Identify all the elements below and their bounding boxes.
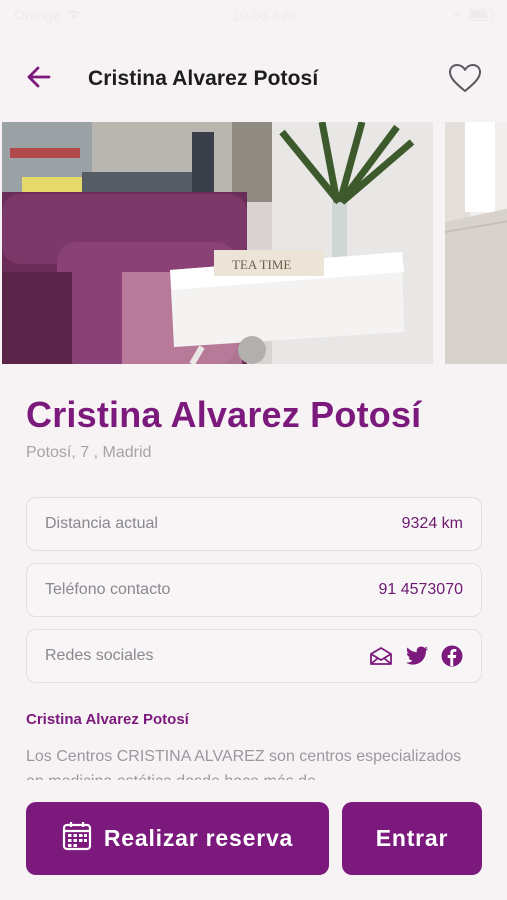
distance-value: 9324 km bbox=[401, 515, 463, 532]
phone-value[interactable]: 91 4573070 bbox=[378, 581, 463, 599]
distance-card: Distancia actual 9324 km bbox=[26, 497, 482, 551]
enter-button[interactable]: Entrar bbox=[342, 802, 482, 875]
description-title: Cristina Alvarez Potosí bbox=[26, 711, 189, 728]
enter-label: Entrar bbox=[375, 825, 449, 851]
calendar-icon bbox=[62, 821, 92, 857]
status-bar: Orange 10:08 a.m. bbox=[0, 0, 507, 30]
photo-gallery[interactable]: TEA TIME bbox=[0, 122, 507, 364]
reserve-label: Realizar reserva bbox=[103, 825, 294, 851]
facebook-icon[interactable] bbox=[441, 645, 463, 667]
social-icons bbox=[369, 645, 463, 667]
clock: 10:08 a.m. bbox=[232, 7, 299, 23]
favorite-button[interactable] bbox=[447, 62, 483, 98]
header-title: Cristina Alvarez Potosí bbox=[88, 67, 319, 90]
wifi-icon bbox=[67, 7, 81, 23]
social-card: Redes sociales bbox=[26, 629, 482, 683]
social-label: Redes sociales bbox=[45, 647, 154, 664]
carrier-label: Orange bbox=[14, 7, 61, 23]
place-title: Cristina Alvarez Potosí bbox=[26, 394, 422, 435]
tea-time-sign: TEA TIME bbox=[232, 257, 291, 272]
distance-label: Distancia actual bbox=[45, 515, 158, 532]
place-address: Potosí, 7 , Madrid bbox=[26, 444, 152, 461]
back-button[interactable] bbox=[24, 64, 54, 94]
salon-photo: TEA TIME bbox=[2, 122, 433, 364]
heart-outline-icon bbox=[448, 63, 482, 98]
location-icon bbox=[451, 7, 461, 23]
battery-icon bbox=[468, 9, 493, 21]
twitter-icon[interactable] bbox=[405, 646, 429, 666]
status-left: Orange bbox=[14, 7, 81, 23]
email-icon[interactable] bbox=[369, 646, 393, 666]
reserve-button[interactable]: Realizar reserva bbox=[26, 802, 329, 875]
status-right bbox=[451, 7, 493, 23]
phone-label: Teléfono contacto bbox=[45, 581, 171, 598]
phone-card[interactable]: Teléfono contacto 91 4573070 bbox=[26, 563, 482, 617]
gallery-photo[interactable]: TEA TIME bbox=[2, 122, 433, 364]
arrow-left-icon bbox=[27, 66, 51, 93]
interior-photo bbox=[445, 122, 507, 364]
gallery-photo-next[interactable] bbox=[445, 122, 507, 364]
top-app-bar: Cristina Alvarez Potosí bbox=[0, 50, 507, 110]
